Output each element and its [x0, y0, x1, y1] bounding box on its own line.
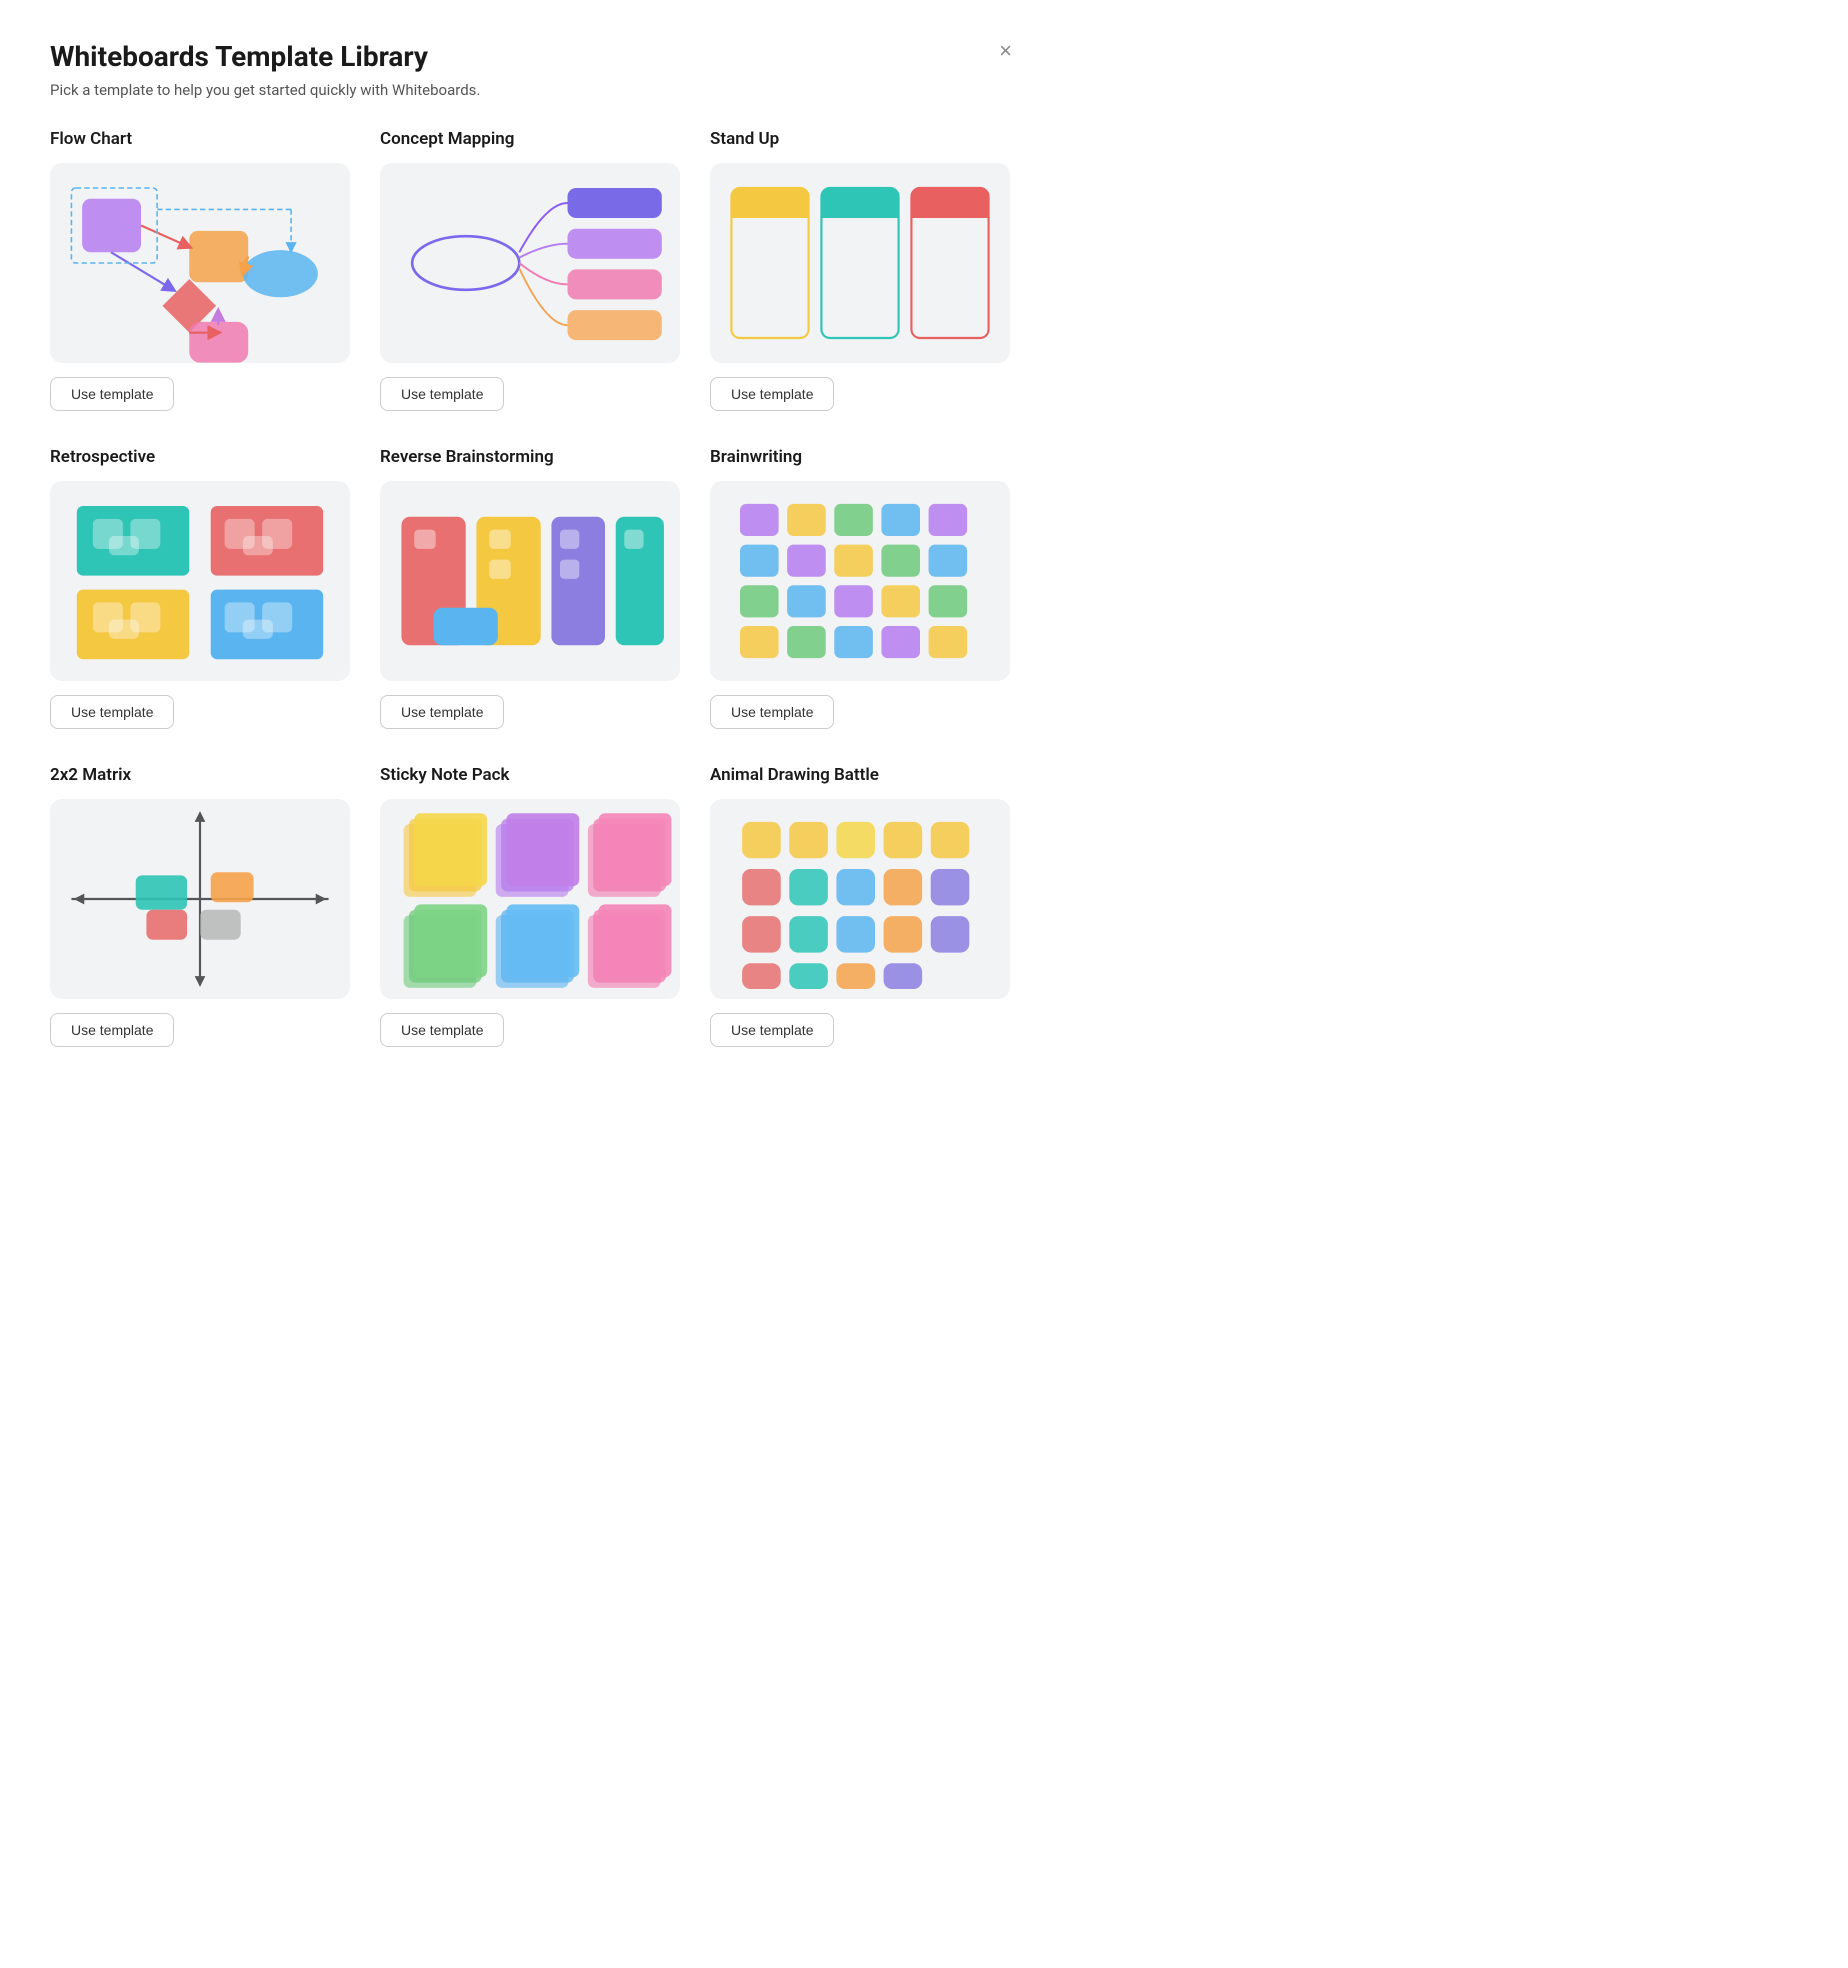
- dialog-title: Whiteboards Template Library: [50, 40, 1010, 73]
- template-name-sticky-note-pack: Sticky Note Pack: [380, 765, 680, 785]
- template-item-stand-up: Stand Up Use templa: [710, 129, 1010, 411]
- template-name-stand-up: Stand Up: [710, 129, 1010, 149]
- dialog-subtitle: Pick a template to help you get started …: [50, 81, 1010, 99]
- template-preview-concept-mapping: [380, 163, 680, 363]
- template-name-brainwriting: Brainwriting: [710, 447, 1010, 467]
- template-preview-retrospective: [50, 481, 350, 681]
- template-name-animal-drawing-battle: Animal Drawing Battle: [710, 765, 1010, 785]
- template-preview-flow-chart: [50, 163, 350, 363]
- template-preview-stand-up: [710, 163, 1010, 363]
- template-item-reverse-brainstorming: Reverse Brainstorming: [380, 447, 680, 729]
- whiteboards-template-library-dialog: Whiteboards Template Library Pick a temp…: [0, 0, 1060, 1120]
- template-preview-brainwriting: [710, 481, 1010, 681]
- template-name-2x2-matrix: 2x2 Matrix: [50, 765, 350, 785]
- template-preview-reverse-brainstorming: [380, 481, 680, 681]
- templates-grid: Flow Chart: [50, 129, 1010, 1047]
- use-template-button-reverse-brainstorming[interactable]: Use template: [380, 695, 504, 729]
- template-item-brainwriting: Brainwriting: [710, 447, 1010, 729]
- template-preview-sticky-note-pack: [380, 799, 680, 999]
- use-template-button-flow-chart[interactable]: Use template: [50, 377, 174, 411]
- use-template-button-2x2-matrix[interactable]: Use template: [50, 1013, 174, 1047]
- template-name-concept-mapping: Concept Mapping: [380, 129, 680, 149]
- use-template-button-retrospective[interactable]: Use template: [50, 695, 174, 729]
- template-preview-2x2-matrix: [50, 799, 350, 999]
- close-button[interactable]: ×: [995, 36, 1016, 66]
- template-name-reverse-brainstorming: Reverse Brainstorming: [380, 447, 680, 467]
- template-item-sticky-note-pack: Sticky Note Pack: [380, 765, 680, 1047]
- template-item-retrospective: Retrospective: [50, 447, 350, 729]
- template-name-retrospective: Retrospective: [50, 447, 350, 467]
- use-template-button-brainwriting[interactable]: Use template: [710, 695, 834, 729]
- use-template-button-stand-up[interactable]: Use template: [710, 377, 834, 411]
- template-item-2x2-matrix: 2x2 Matrix: [50, 765, 350, 1047]
- use-template-button-sticky-note-pack[interactable]: Use template: [380, 1013, 504, 1047]
- use-template-button-animal-drawing-battle[interactable]: Use template: [710, 1013, 834, 1047]
- dialog-header: Whiteboards Template Library Pick a temp…: [50, 40, 1010, 99]
- use-template-button-concept-mapping[interactable]: Use template: [380, 377, 504, 411]
- template-preview-animal-drawing-battle: [710, 799, 1010, 999]
- template-item-animal-drawing-battle: Animal Drawing Battle: [710, 765, 1010, 1047]
- template-item-concept-mapping: Concept Mapping Use template: [380, 129, 680, 411]
- template-name-flow-chart: Flow Chart: [50, 129, 350, 149]
- template-item-flow-chart: Flow Chart: [50, 129, 350, 411]
